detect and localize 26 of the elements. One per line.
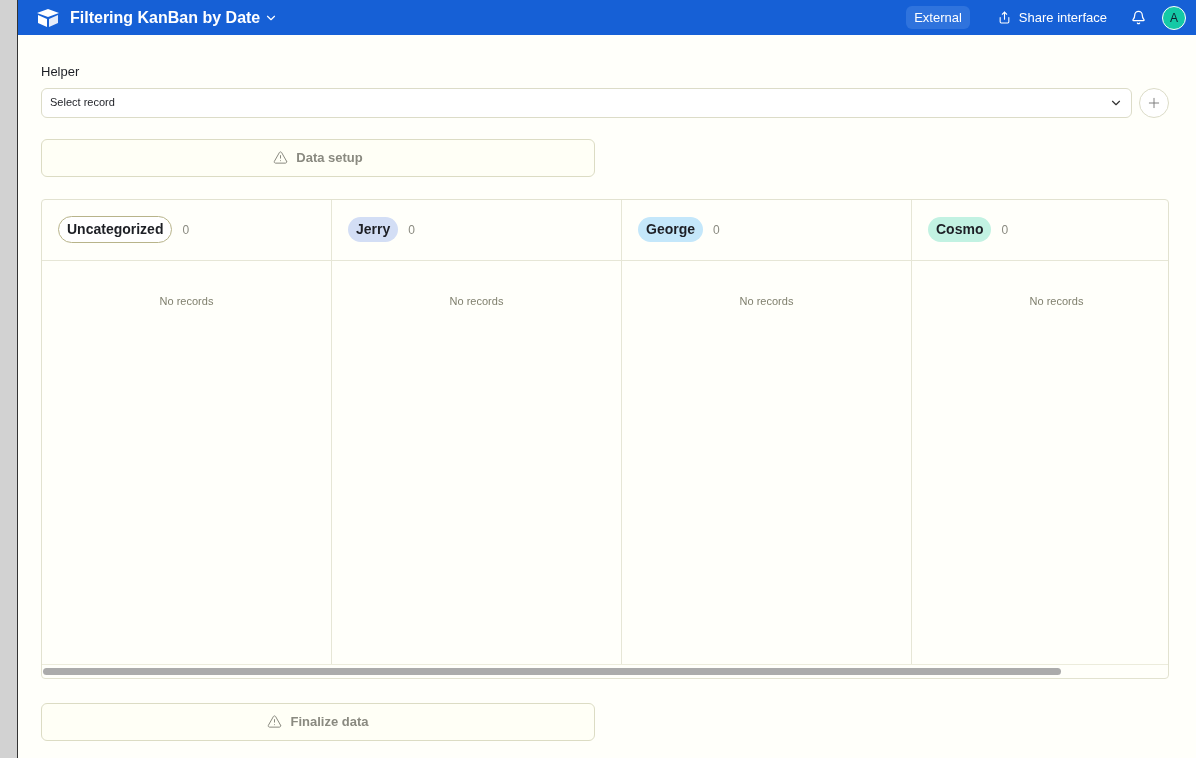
external-badge: External xyxy=(906,5,970,30)
column-tag: George xyxy=(638,217,703,242)
warning-icon xyxy=(273,150,289,165)
record-count: 0 xyxy=(1001,221,1009,239)
empty-message: No records xyxy=(1029,293,1084,309)
action-button[interactable]: Finalize data xyxy=(41,702,595,741)
record-count: 0 xyxy=(182,221,190,239)
warning-icon xyxy=(267,714,283,729)
action-button[interactable]: Data setup xyxy=(41,138,595,177)
avatar[interactable]: A xyxy=(1162,5,1186,30)
share-button[interactable]: Share interface xyxy=(997,7,1107,28)
column-tag: Jerry xyxy=(348,217,399,242)
select-record-field[interactable]: Select record xyxy=(41,87,1132,118)
notification-icon[interactable] xyxy=(1131,10,1146,25)
helper-label: Helper xyxy=(41,63,81,81)
record-count: 0 xyxy=(408,221,415,239)
column-tag: Cosmo xyxy=(928,217,992,242)
cube-logo-icon xyxy=(36,7,60,28)
empty-message: No records xyxy=(739,293,794,309)
horizontal-scrollbar[interactable] xyxy=(43,667,1061,675)
share-icon xyxy=(997,11,1011,24)
column-tag: Uncategorized xyxy=(58,216,173,243)
record-count: 0 xyxy=(713,221,720,239)
empty-message: No records xyxy=(449,293,504,309)
app-title[interactable]: Filtering KanBan by Date xyxy=(70,5,261,30)
empty-message: No records xyxy=(159,293,214,309)
